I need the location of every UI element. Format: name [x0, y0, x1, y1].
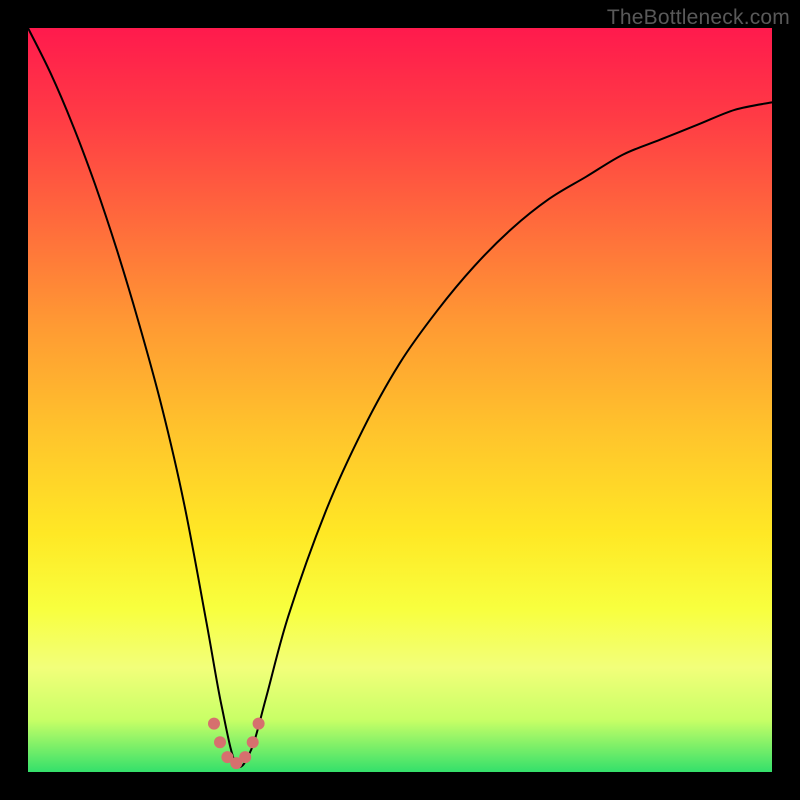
chart-svg — [28, 28, 772, 772]
trough-marker — [253, 718, 265, 730]
trough-marker — [239, 751, 251, 763]
bottleneck-curve — [28, 28, 772, 767]
trough-markers — [208, 718, 265, 770]
chart-frame: TheBottleneck.com — [0, 0, 800, 800]
trough-marker — [208, 718, 220, 730]
plot-area — [28, 28, 772, 772]
trough-marker — [247, 736, 259, 748]
watermark-text: TheBottleneck.com — [607, 6, 790, 30]
trough-marker — [214, 736, 226, 748]
